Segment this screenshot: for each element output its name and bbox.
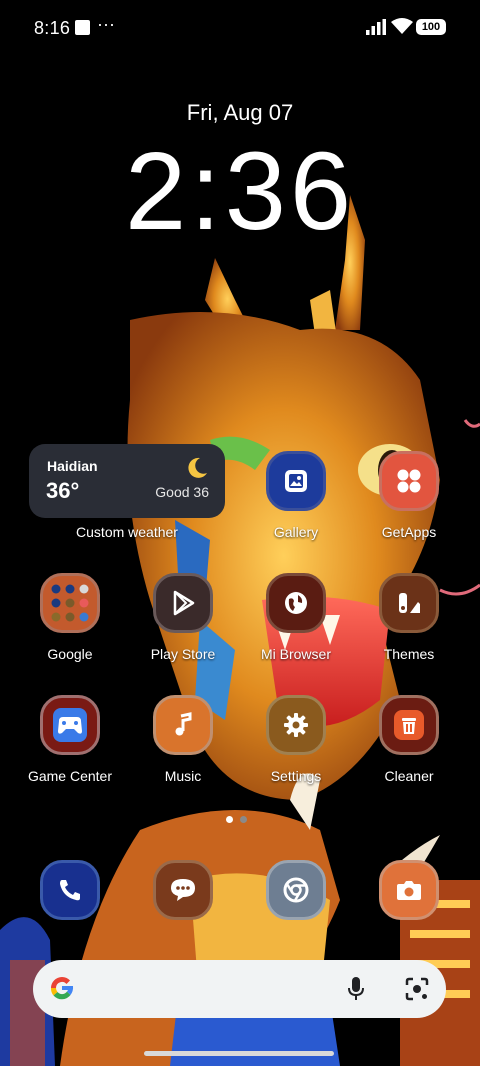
music-label: Music: [164, 768, 202, 784]
gear-icon: [284, 713, 308, 737]
game-controller-icon: [53, 708, 87, 742]
google-search-bar[interactable]: [33, 960, 446, 1018]
mi-browser-app-icon[interactable]: [266, 573, 326, 633]
themes-icon: [399, 593, 420, 613]
google-logo-icon: [50, 977, 74, 1000]
settings-app-icon[interactable]: [266, 695, 326, 755]
weather-temperature: 36°: [46, 478, 80, 503]
gallery-app-icon[interactable]: [266, 451, 326, 511]
chrome-app-icon[interactable]: [266, 860, 326, 920]
trash-icon: [394, 710, 424, 740]
play-store-app-icon[interactable]: [153, 573, 213, 633]
weather-widget-label: Custom weather: [76, 524, 178, 540]
microphone-icon[interactable]: [346, 976, 366, 1002]
status-bar: 8:16 ··· 100: [0, 0, 480, 56]
cleaner-app-icon[interactable]: [379, 695, 439, 755]
camera-icon: [397, 881, 421, 900]
folder-preview-icon: [51, 584, 89, 622]
getapps-icon: [397, 469, 421, 493]
gallery-icon: [285, 470, 307, 492]
google-folder-icon[interactable]: [40, 573, 100, 633]
status-time: 8:16: [34, 18, 71, 38]
settings-label: Settings: [270, 768, 322, 784]
mi-browser-label: Mi Browser: [260, 646, 331, 662]
camera-app-icon[interactable]: [379, 860, 439, 920]
music-note-icon: [175, 712, 192, 736]
weather-city: Haidian: [47, 458, 98, 474]
globe-icon: [285, 592, 307, 614]
more-notifications-icon: ···: [97, 14, 115, 34]
phone-app-icon[interactable]: [40, 860, 100, 920]
themes-app-icon[interactable]: [379, 573, 439, 633]
page-dot: [240, 816, 247, 823]
phone-icon: [60, 880, 80, 901]
gallery-label: Gallery: [273, 524, 319, 540]
game-center-app-icon[interactable]: [40, 695, 100, 755]
music-app-icon[interactable]: [153, 695, 213, 755]
weather-air-quality: Good 36: [155, 484, 209, 500]
lockscreen-date: Fri, Aug 07: [186, 100, 294, 125]
page-dot-active: [226, 816, 233, 823]
messages-app-icon[interactable]: [153, 860, 213, 920]
google-folder-label: Google: [47, 646, 93, 662]
lockscreen-clock[interactable]: 2:36: [0, 132, 480, 252]
play-store-icon: [173, 590, 195, 616]
chrome-icon: [283, 877, 309, 903]
page-indicator[interactable]: [226, 810, 254, 828]
game-center-label: Game Center: [27, 768, 113, 784]
notification-icon: [75, 20, 90, 35]
wifi-icon: [391, 18, 413, 34]
battery-icon: 100: [416, 19, 446, 35]
weather-widget[interactable]: Haidian 36° Good 36: [29, 444, 225, 518]
chat-bubble-icon: [171, 879, 195, 901]
moon-icon: [188, 457, 207, 478]
cleaner-label: Cleaner: [384, 768, 434, 784]
google-lens-icon[interactable]: [404, 976, 430, 1002]
getapps-label: GetApps: [381, 524, 437, 540]
signal-icon: [366, 19, 386, 35]
play-store-label: Play Store: [150, 646, 216, 662]
themes-label: Themes: [383, 646, 435, 662]
getapps-app-icon[interactable]: [379, 451, 439, 511]
gesture-navigation-bar[interactable]: [144, 1051, 334, 1056]
